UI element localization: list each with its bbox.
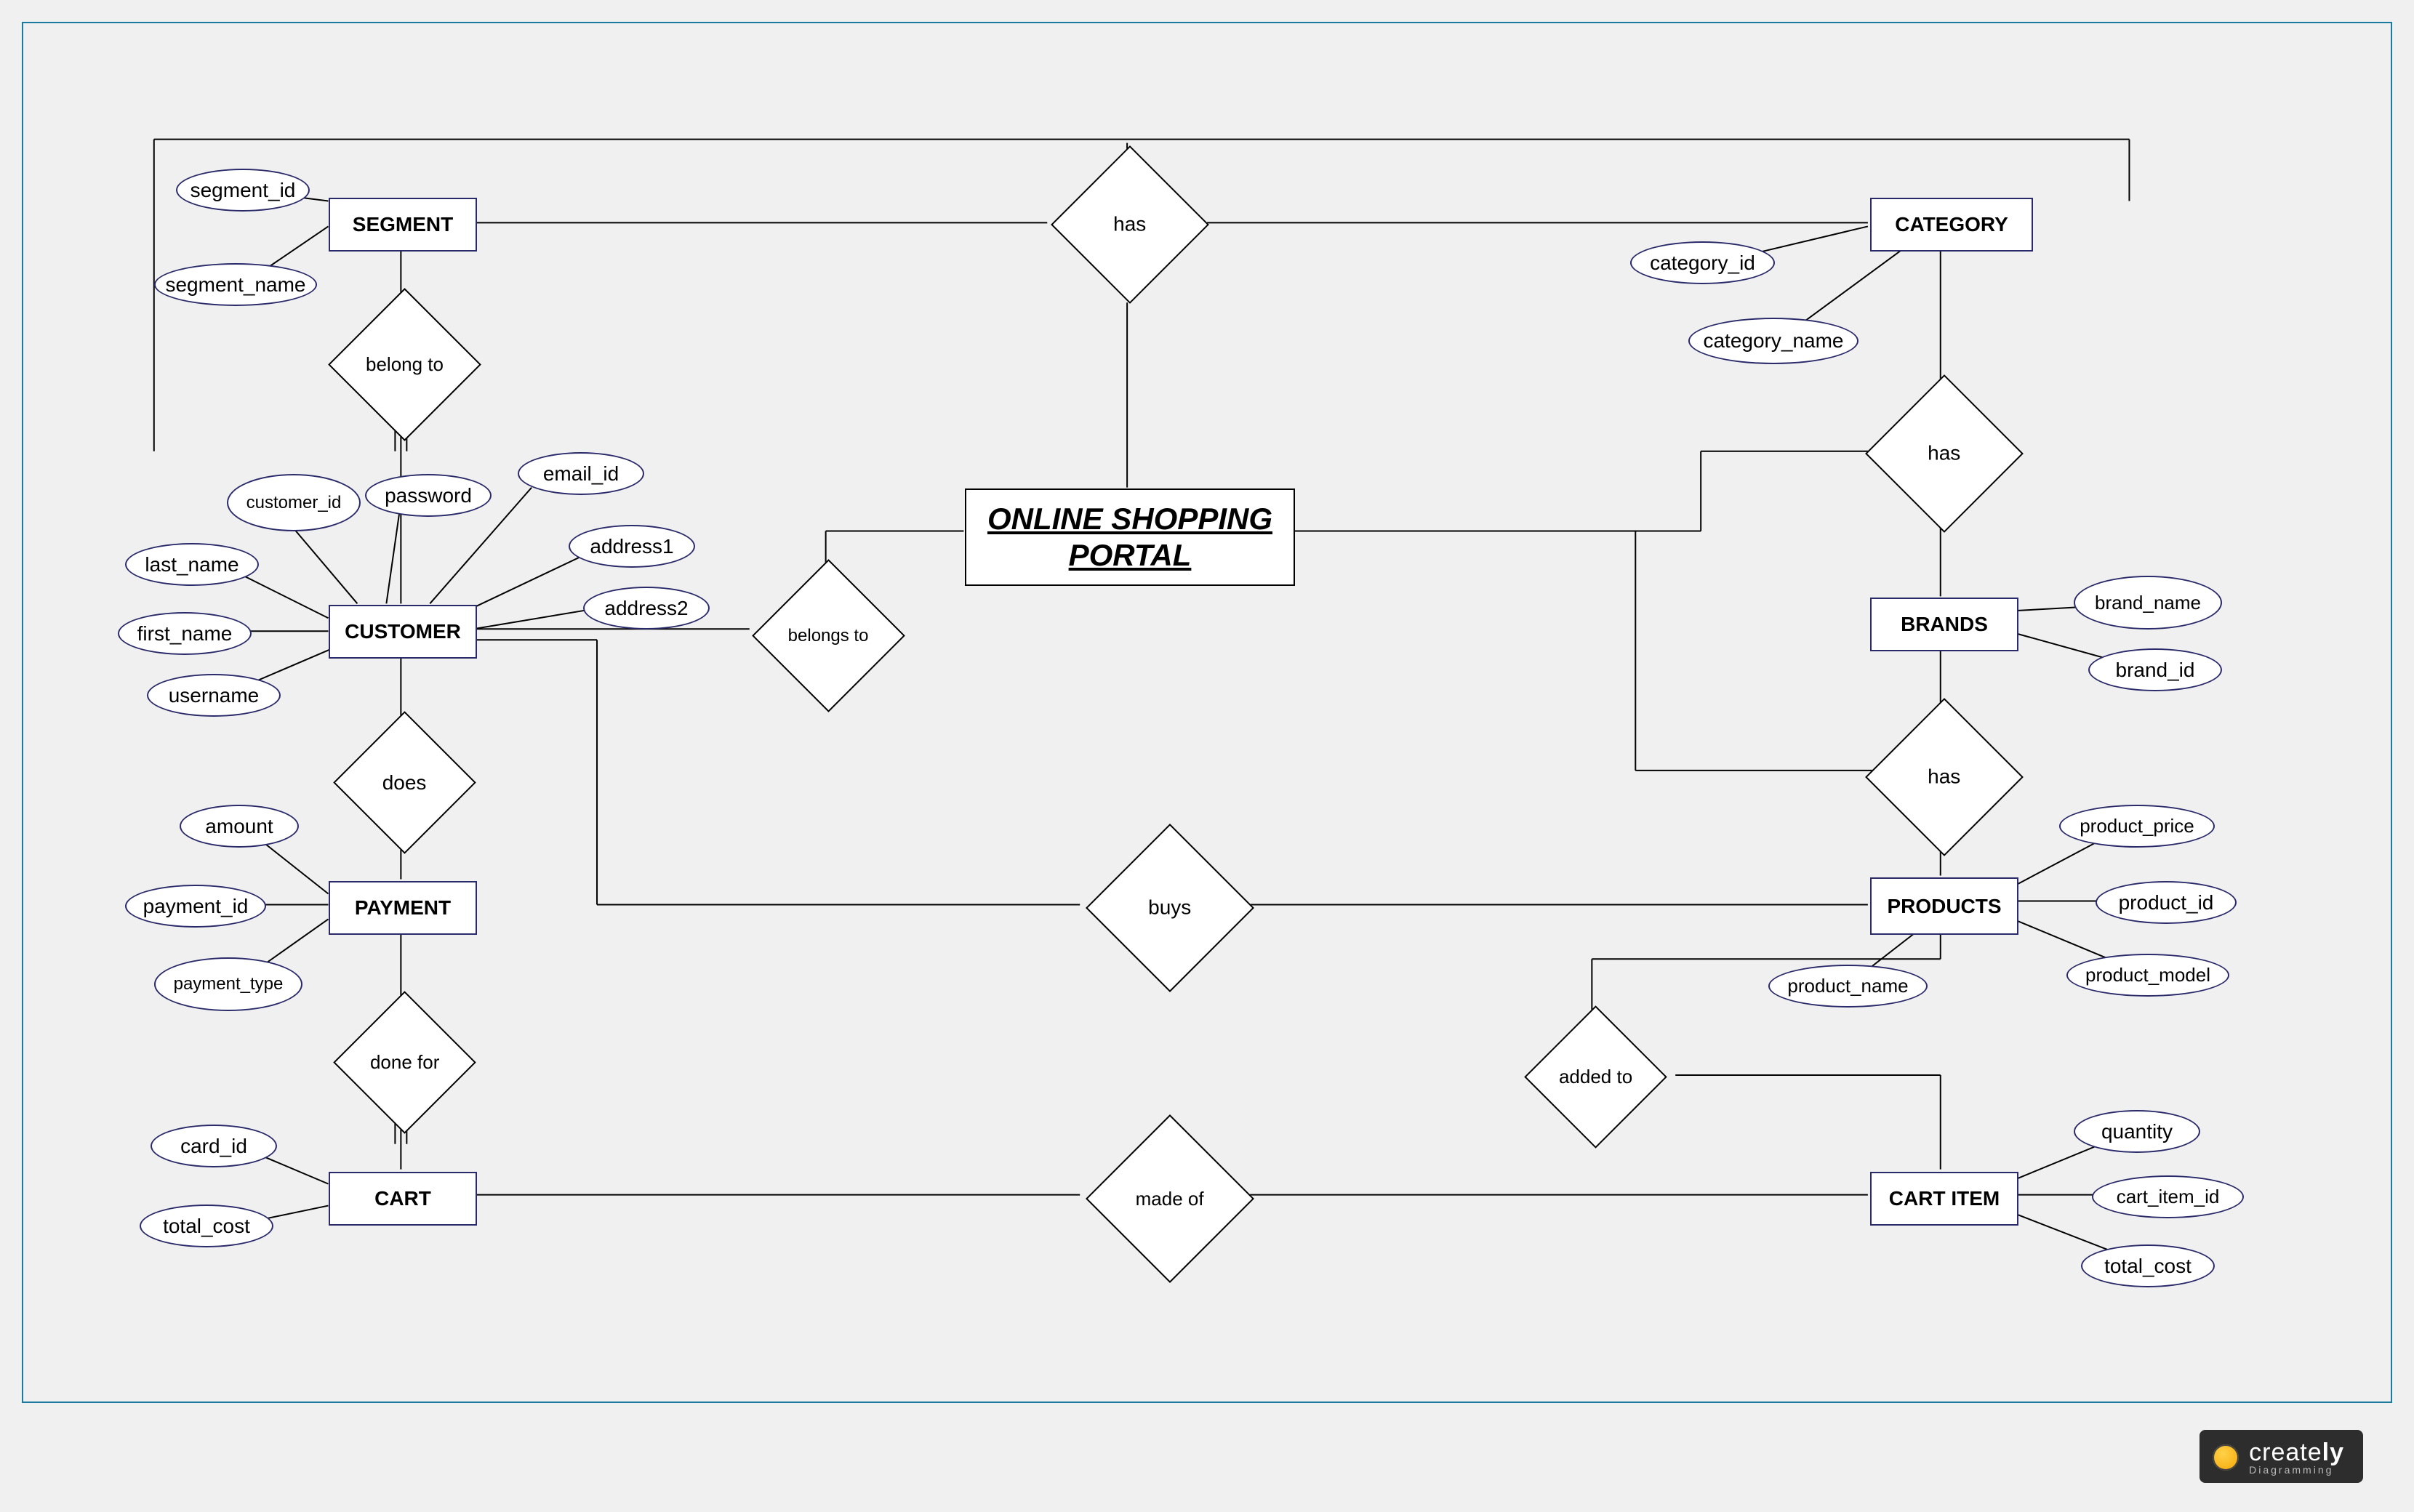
attr-last-name: last_name: [125, 543, 259, 586]
attr-segment-id: segment_id: [176, 169, 310, 212]
badge-tagline: Diagramming: [2249, 1464, 2344, 1476]
portal-title-text: ONLINE SHOPPING PORTAL: [966, 501, 1294, 574]
entity-cart-item: CART ITEM: [1870, 1172, 2018, 1226]
attr-payment-type: payment_type: [154, 957, 302, 1011]
attr-brand-name: brand_name: [2074, 576, 2222, 630]
rel-added-to: added to: [1524, 1005, 1667, 1149]
attr-total-cost-cart: total_cost: [140, 1205, 273, 1247]
badge-text-wrap: creately Diagramming: [2249, 1439, 2344, 1476]
entity-brands: BRANDS: [1870, 598, 2018, 651]
attr-product-price: product_price: [2059, 805, 2215, 848]
attr-product-id: product_id: [2096, 881, 2237, 924]
attr-payment-id: payment_id: [125, 885, 266, 928]
attr-address2: address2: [583, 587, 710, 630]
rel-does: does: [333, 711, 476, 854]
rel-has-brand-prod: has: [1865, 698, 2024, 856]
creately-badge: creately Diagramming: [2200, 1430, 2363, 1483]
attr-customer-id: customer_id: [227, 474, 361, 531]
diagram-frame: ONLINE SHOPPING PORTAL SEGMENT CATEGORY …: [22, 22, 2392, 1403]
entity-products: PRODUCTS: [1870, 877, 2018, 935]
rel-belong-to: belong to: [328, 288, 481, 441]
attr-category-name: category_name: [1688, 318, 1858, 364]
attr-password: password: [365, 474, 492, 517]
attr-username: username: [147, 674, 281, 717]
rel-has-cat-brand: has: [1865, 374, 2024, 533]
bulb-icon: [2213, 1444, 2239, 1471]
rel-buys: buys: [1086, 824, 1254, 992]
entity-category: CATEGORY: [1870, 198, 2033, 252]
attr-product-model: product_model: [2066, 954, 2229, 997]
diagram-page: ONLINE SHOPPING PORTAL SEGMENT CATEGORY …: [0, 0, 2414, 1512]
attr-amount: amount: [180, 805, 299, 848]
attr-cart-item-id: cart_item_id: [2092, 1175, 2244, 1218]
badge-brand: creately: [2249, 1439, 2344, 1467]
attr-first-name: first_name: [118, 612, 252, 655]
rel-made-of: made of: [1086, 1114, 1254, 1283]
entity-payment: PAYMENT: [329, 881, 477, 935]
attr-card-id: card_id: [151, 1125, 277, 1167]
entity-customer: CUSTOMER: [329, 605, 477, 659]
portal-title: ONLINE SHOPPING PORTAL: [965, 488, 1295, 586]
entity-segment: SEGMENT: [329, 198, 477, 252]
attr-brand-id: brand_id: [2088, 648, 2222, 691]
attr-email-id: email_id: [518, 452, 644, 495]
entity-cart: CART: [329, 1172, 477, 1226]
attr-category-id: category_id: [1630, 241, 1775, 284]
rel-belongs-to: belongs to: [752, 559, 905, 712]
attr-address1: address1: [569, 525, 695, 568]
rel-has-top: has: [1051, 145, 1209, 304]
rel-done-for: done for: [333, 991, 476, 1134]
attr-segment-name: segment_name: [154, 263, 317, 306]
attr-quantity: quantity: [2074, 1110, 2200, 1153]
attr-product-name: product_name: [1768, 965, 1928, 1008]
attr-total-cost-item: total_cost: [2081, 1244, 2215, 1287]
